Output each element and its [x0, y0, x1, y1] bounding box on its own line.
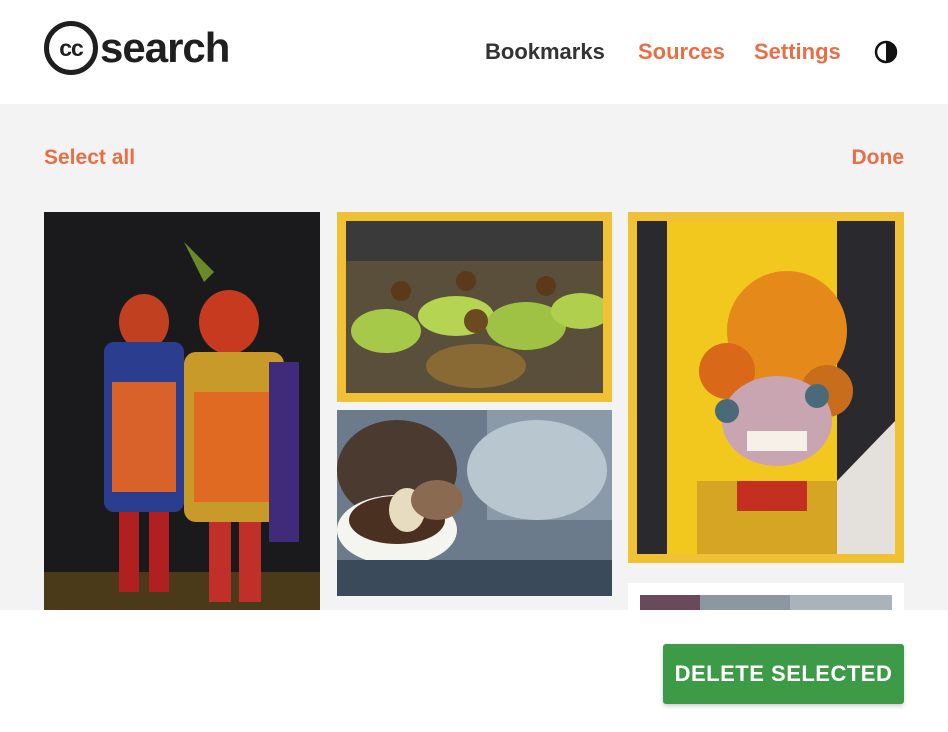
image-tile-2[interactable] [337, 212, 612, 402]
diablada-mask-image [637, 221, 895, 554]
image-grid [0, 0, 948, 610]
done-link[interactable]: Done [852, 146, 905, 170]
image-tile-4[interactable] [628, 212, 904, 563]
delete-selected-button[interactable]: DELETE SELECTED [663, 644, 904, 704]
image-tile-5[interactable] [628, 583, 904, 610]
parade-dancers-image [346, 221, 603, 393]
selection-footer: DELETE SELECTED [0, 610, 948, 732]
street-scene-image [640, 595, 892, 610]
carnival-costumes-image [44, 212, 320, 610]
image-tile-1[interactable] [44, 212, 320, 610]
food-bowl-image [337, 410, 612, 596]
image-tile-3[interactable] [337, 410, 612, 596]
select-all-link[interactable]: Select all [44, 146, 135, 170]
